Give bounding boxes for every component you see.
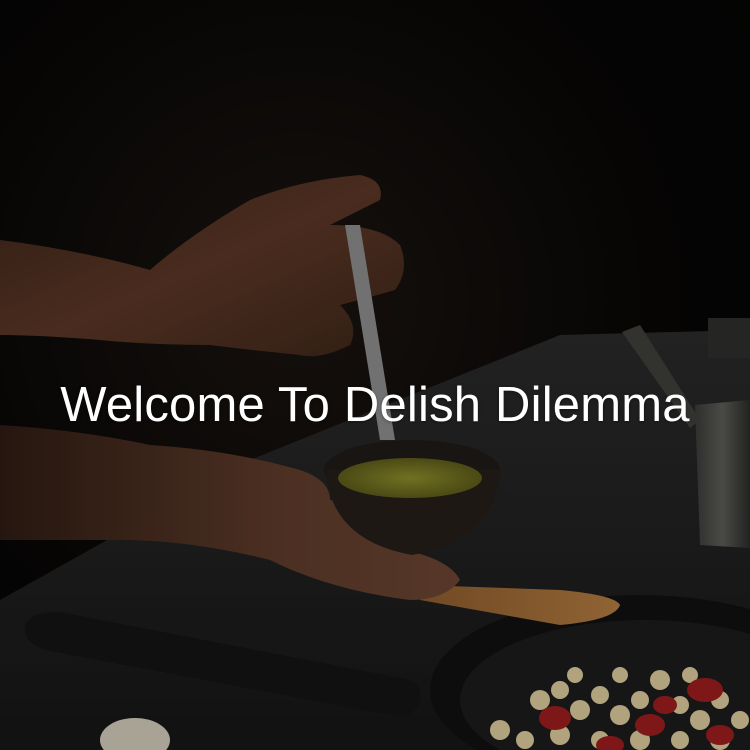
hero-title: Welcome To Delish Dilemma xyxy=(60,377,690,432)
hero-section: Welcome To Delish Dilemma xyxy=(0,0,750,750)
